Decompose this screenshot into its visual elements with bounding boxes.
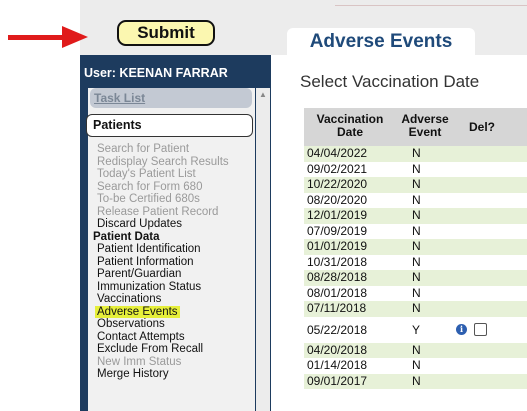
table-row[interactable]: 05/22/2018 Y i — [304, 316, 527, 343]
tab-adverse-events[interactable]: Adverse Events — [287, 28, 475, 55]
column-header-delete: Del? — [468, 120, 495, 134]
top-bar-divider — [335, 5, 527, 6]
vaccination-date[interactable]: 05/22/2018 — [307, 317, 367, 343]
table-row[interactable]: 08/01/2018 N — [304, 285, 527, 302]
adverse-event-flag: N — [412, 358, 421, 372]
vaccination-date[interactable]: 08/28/2018 — [307, 270, 367, 286]
table-header: Vaccination Date Adverse Event Del? — [304, 108, 527, 146]
vaccination-date[interactable]: 08/20/2020 — [307, 193, 367, 209]
vaccination-date[interactable]: 12/01/2019 — [307, 208, 367, 224]
table-row[interactable]: 07/11/2018 N — [304, 301, 527, 317]
vaccination-date[interactable]: 09/02/2021 — [307, 162, 367, 178]
sidebar-item-todays-patient-list[interactable]: Today's Patient List — [97, 168, 255, 181]
task-list-link[interactable]: Task List — [90, 88, 252, 108]
vaccination-date[interactable]: 08/01/2018 — [307, 286, 367, 302]
adverse-event-flag: N — [412, 301, 421, 315]
vaccination-date[interactable]: 01/01/2019 — [307, 239, 367, 255]
sidebar-item-patient-information[interactable]: Patient Information — [97, 256, 255, 269]
patients-section-header[interactable]: Patients — [86, 114, 253, 137]
adverse-event-flag: N — [412, 192, 421, 207]
sidebar-item-to-be-certified-680s[interactable]: To-be Certified 680s — [97, 193, 255, 206]
adverse-event-flag: N — [412, 161, 421, 176]
vaccination-date[interactable]: 04/04/2022 — [307, 146, 367, 162]
column-header-adverse-event: Adverse Event — [396, 113, 454, 139]
current-user-label: User: KEENAN FARRAR — [84, 66, 228, 80]
sidebar-item-exclude-from-recall[interactable]: Exclude From Recall — [97, 343, 255, 356]
adverse-event-flag: N — [412, 223, 421, 238]
sidebar-item-parent-guardian[interactable]: Parent/Guardian — [97, 268, 255, 281]
adverse-event-flag: N — [412, 146, 421, 160]
column-header-date-line2: Date — [336, 125, 363, 139]
section-title: Select Vaccination Date — [300, 72, 480, 91]
sidebar-item-immunization-status[interactable]: Immunization Status — [97, 281, 255, 294]
adverse-event-flag: N — [412, 239, 421, 253]
table-row[interactable]: 08/28/2018 N — [304, 270, 527, 286]
adverse-event-flag: N — [412, 177, 421, 191]
sidebar-item-adverse-events[interactable]: Adverse Events — [95, 305, 180, 318]
vaccination-date[interactable]: 01/14/2018 — [307, 358, 367, 374]
sidebar-item-new-imm-status[interactable]: New Imm Status — [97, 356, 255, 369]
adverse-event-flag: N — [412, 285, 421, 300]
patient-data-header: Patient Data — [93, 230, 160, 243]
table-row[interactable]: 01/01/2019 N — [304, 239, 527, 255]
sidebar-scrollbar[interactable]: ▲ — [256, 88, 270, 411]
table-row[interactable]: 10/31/2018 N — [304, 254, 527, 271]
adverse-event-flag: N — [412, 270, 421, 284]
adverse-event-flag: Y — [412, 322, 421, 337]
column-header-vaccination-date: Vaccination Date — [306, 113, 394, 139]
sidebar-item-observations[interactable]: Observations — [97, 318, 255, 331]
sidebar-item-adverse-events-wrap[interactable]: Adverse Events — [95, 305, 255, 318]
sidebar-item-patient-identification[interactable]: Patient Identification — [97, 243, 255, 256]
table-row[interactable]: 12/01/2019 N — [304, 208, 527, 224]
submit-button[interactable]: Submit — [117, 20, 215, 46]
table-row[interactable]: 07/09/2019 N — [304, 223, 527, 240]
vaccination-table-body: 04/04/2022 N 09/02/2021 N 10/22/2020 N 08/2… — [304, 146, 527, 389]
sidebar-item-discard-updates[interactable]: Discard Updates — [97, 218, 255, 231]
adverse-event-flag: N — [412, 208, 421, 222]
patients-menu: Search for Patient Redisplay Search Resu… — [93, 143, 255, 381]
red-arrow-head-icon — [62, 26, 88, 48]
vaccination-date[interactable]: 10/31/2018 — [307, 255, 367, 271]
adverse-event-flag: N — [412, 254, 421, 269]
table-row[interactable]: 10/22/2020 N — [304, 177, 527, 193]
table-row[interactable]: 04/20/2018 N — [304, 342, 527, 359]
info-icon[interactable]: i — [456, 323, 467, 335]
sidebar-item-redisplay-search-results[interactable]: Redisplay Search Results — [97, 156, 255, 169]
table-row[interactable]: 08/20/2020 N — [304, 192, 527, 209]
vaccination-date[interactable]: 10/22/2020 — [307, 177, 367, 193]
red-arrow-icon — [8, 35, 64, 40]
table-row[interactable]: 09/02/2021 N — [304, 161, 527, 178]
sidebar-item-search-for-patient[interactable]: Search for Patient — [97, 143, 255, 156]
scroll-up-icon[interactable]: ▲ — [256, 88, 270, 102]
vaccination-date[interactable]: 09/01/2017 — [307, 374, 367, 390]
sidebar-item-contact-attempts[interactable]: Contact Attempts — [97, 331, 255, 344]
sidebar-item-merge-history[interactable]: Merge History — [97, 368, 255, 381]
vaccination-date[interactable]: 04/20/2018 — [307, 343, 367, 359]
adverse-event-flag: N — [412, 373, 421, 388]
sidebar-item-search-for-form-680[interactable]: Search for Form 680 — [97, 181, 255, 194]
table-row[interactable]: 01/14/2018 N — [304, 358, 527, 374]
vaccination-date[interactable]: 07/09/2019 — [307, 224, 367, 240]
sidebar-item-vaccinations[interactable]: Vaccinations — [97, 293, 255, 306]
column-header-ae-line2: Event — [408, 125, 442, 139]
vaccination-date[interactable]: 07/11/2018 — [307, 301, 366, 317]
table-row[interactable]: 09/01/2017 N — [304, 373, 527, 390]
delete-checkbox[interactable] — [474, 322, 487, 336]
adverse-event-flag: N — [412, 342, 421, 357]
table-row[interactable]: 04/04/2022 N — [304, 146, 527, 162]
sidebar-item-release-patient-record[interactable]: Release Patient Record — [97, 206, 255, 219]
